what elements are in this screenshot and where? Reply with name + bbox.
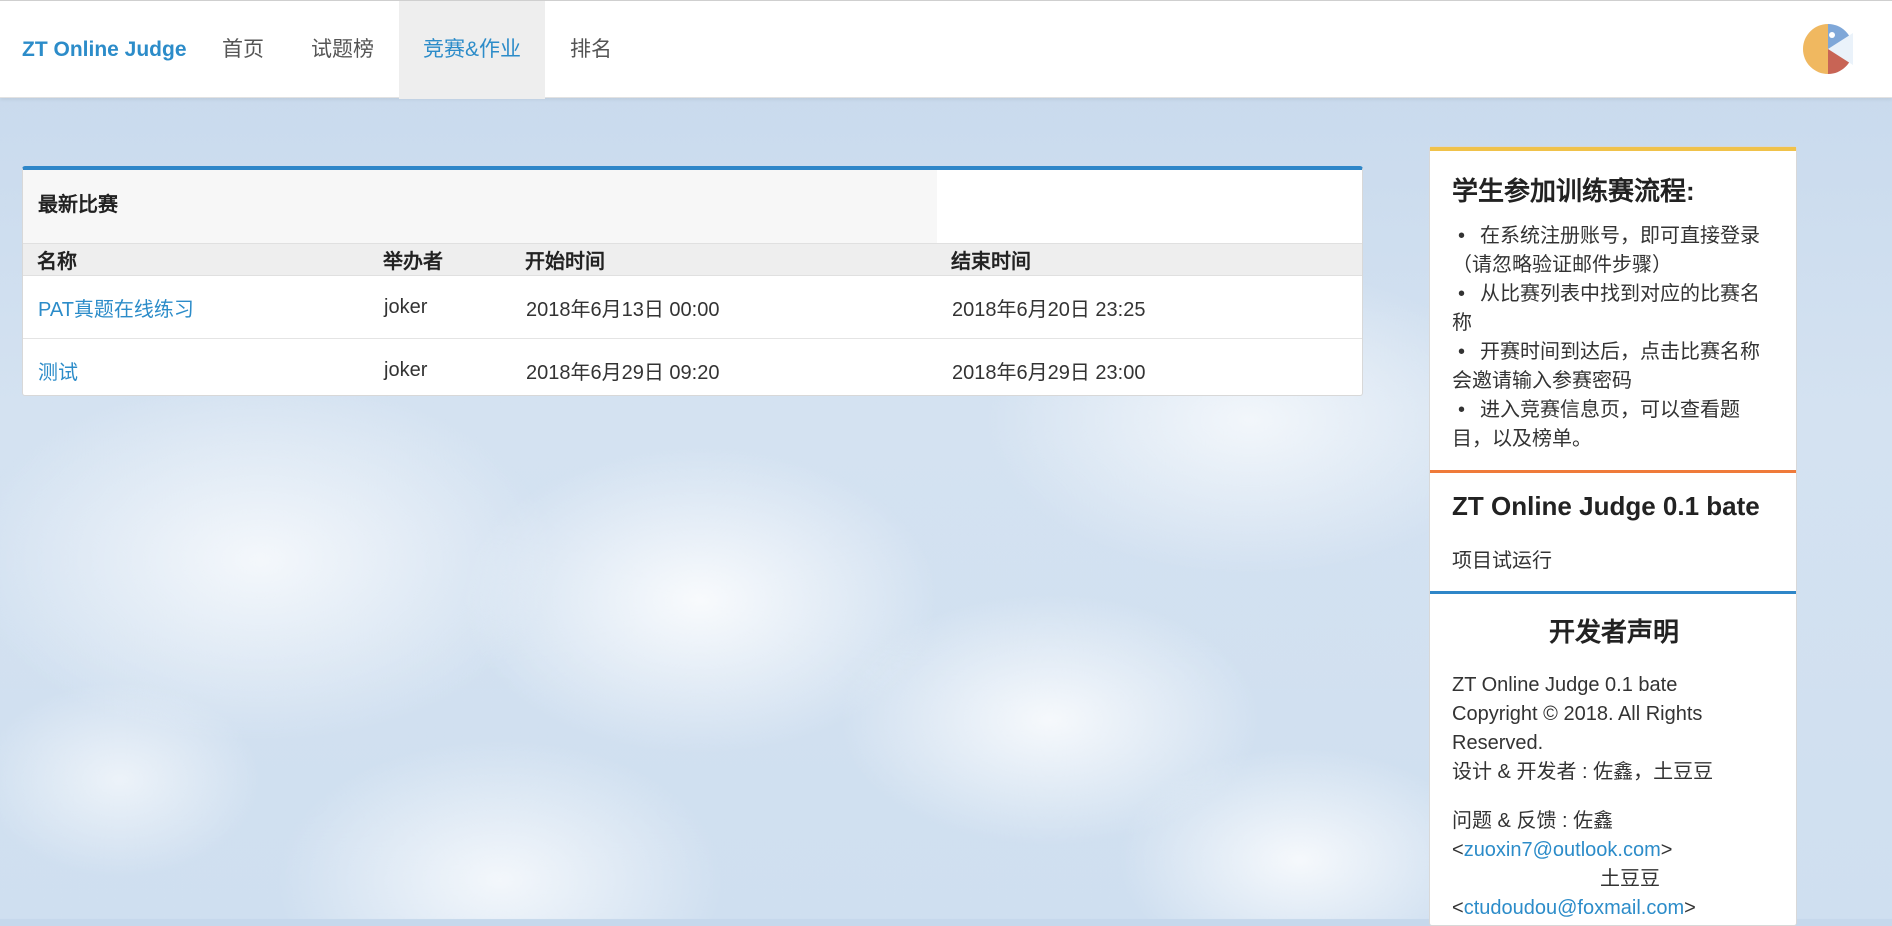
list-item: • 进入竞赛信息页，可以查看题目，以及榜单。 [1452, 396, 1776, 454]
step-text: 进入竞赛信息页，可以查看题目，以及榜单。 [1452, 399, 1740, 450]
column-header-start: 开始时间 [511, 243, 937, 276]
panel-heading: 最新比赛 [23, 170, 937, 243]
latest-contests-panel: 最新比赛 名称 举办者 开始时间 结束时间 PAT真题在线练习 joker 20… [22, 166, 1363, 396]
top-navbar: ZT Online Judge 首页 试题榜 竞赛&作业 排名 [0, 0, 1892, 99]
contest-end-time: 2018年6月29日 23:00 [952, 361, 1146, 384]
contests-table: 名称 举办者 开始时间 结束时间 PAT真题在线练习 joker 2018年6月… [23, 243, 1362, 402]
email-link[interactable]: ctudoudou@foxmail.com [1464, 897, 1684, 919]
avatar-icon[interactable] [1802, 23, 1854, 75]
column-header-end: 结束时间 [937, 243, 1362, 276]
version-title: ZT Online Judge 0.1 bate [1452, 491, 1760, 521]
list-item: • 在系统注册账号，即可直接登录（请忽略验证邮件步骤） [1452, 222, 1776, 280]
list-item: • 从比赛列表中找到对应的比赛名称 [1452, 280, 1776, 338]
contest-start-time: 2018年6月29日 09:20 [526, 361, 720, 384]
column-header-name: 名称 [23, 243, 369, 276]
bullet-icon: • [1458, 341, 1466, 363]
list-item: • 开赛时间到达后，点击比赛名称会邀请输入参赛密码 [1452, 338, 1776, 396]
feedback-name-2: 土豆豆 [1600, 868, 1660, 890]
table-header-row: 名称 举办者 开始时间 结束时间 [23, 243, 1362, 276]
step-text: 在系统注册账号，即可直接登录（请忽略验证邮件步骤） [1452, 225, 1760, 276]
sidebar: 学生参加训练赛流程: • 在系统注册账号，即可直接登录（请忽略验证邮件步骤） • 从… [1429, 146, 1797, 926]
process-steps-list: • 在系统注册账号，即可直接登录（请忽略验证邮件步骤） • 从比赛列表中找到对应的比… [1452, 222, 1776, 454]
developer-line-credits: 设计 & 开发者 : 佐鑫，土豆豆 [1452, 761, 1714, 783]
step-text: 从比赛列表中找到对应的比赛名称 [1452, 283, 1760, 334]
process-title: 学生参加训练赛流程: [1452, 176, 1695, 206]
developer-section: 开发者声明 ZT Online Judge 0.1 bate Copyright… [1430, 594, 1796, 923]
version-section: ZT Online Judge 0.1 bate 项目试运行 [1430, 473, 1796, 594]
nav-item-problems[interactable]: 试题榜 [287, 1, 398, 99]
bullet-icon: • [1458, 225, 1466, 247]
contest-name-link[interactable]: 测试 [23, 339, 369, 402]
contest-end-time: 2018年6月20日 23:25 [937, 275, 1362, 339]
developer-line-product: ZT Online Judge 0.1 bate [1452, 674, 1678, 696]
email-link[interactable]: zuoxin7@outlook.com [1464, 839, 1661, 861]
contest-host: joker [369, 275, 511, 339]
nav-item-ranking[interactable]: 排名 [546, 1, 636, 99]
version-text: 项目试运行 [1452, 550, 1552, 572]
contest-name-link[interactable]: PAT真题在线练习 [23, 275, 369, 339]
contest-start-time: 2018年6月13日 00:00 [511, 275, 937, 339]
nav-item-contests[interactable]: 竞赛&作业 [399, 1, 546, 99]
bullet-icon: • [1458, 399, 1466, 421]
brand-link[interactable]: ZT Online Judge [22, 1, 187, 99]
bullet-icon: • [1458, 283, 1466, 305]
contest-host: joker [384, 358, 428, 381]
process-section: 学生参加训练赛流程: • 在系统注册账号，即可直接登录（请忽略验证邮件步骤） • 从… [1430, 147, 1796, 473]
step-text: 开赛时间到达后，点击比赛名称会邀请输入参赛密码 [1452, 341, 1760, 392]
developer-line-copyright: Copyright © 2018. All Rights Reserved. [1452, 703, 1703, 754]
feedback-label: 问题 & 反馈 : 佐鑫 [1452, 810, 1614, 832]
nav-item-home[interactable]: 首页 [198, 1, 288, 99]
developer-title: 开发者声明 [1548, 617, 1679, 647]
feedback-email-1: <zuoxin7@outlook.com> [1452, 839, 1673, 861]
column-header-host: 举办者 [369, 243, 511, 276]
table-row: PAT真题在线练习 joker 2018年6月13日 00:00 2018年6月… [23, 275, 1362, 339]
table-row: 测试 joker 2018年6月29日 09:20 2018年6月29日 23:… [23, 339, 1362, 402]
